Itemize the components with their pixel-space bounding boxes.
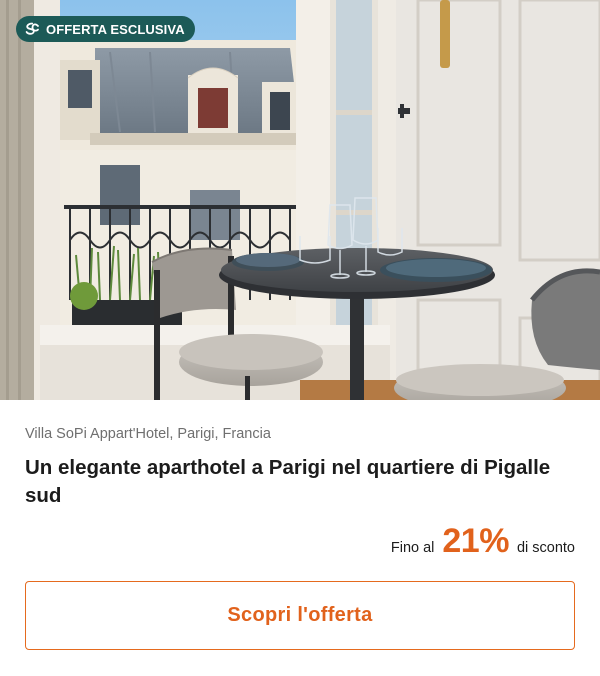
hotel-location: Villa SoPi Appart'Hotel, Parigi, Francia xyxy=(25,426,271,442)
offer-card[interactable]: OFFERTA ESCLUSIVA Villa SoPi Appart'Hote… xyxy=(0,0,600,676)
hotel-room-photo xyxy=(0,0,600,400)
hero-photo[interactable]: OFFERTA ESCLUSIVA xyxy=(0,0,600,400)
discount-percentage: 21% xyxy=(442,522,509,560)
offer-title[interactable]: Un elegante aparthotel a Parigi nel quar… xyxy=(25,454,565,510)
discount-info: Fino al 21% di sconto xyxy=(391,522,575,561)
brand-logo-icon xyxy=(24,21,40,37)
discount-suffix: di sconto xyxy=(516,540,575,556)
exclusive-offer-badge: OFFERTA ESCLUSIVA xyxy=(16,16,195,42)
discover-offer-button[interactable]: Scopri l'offerta xyxy=(25,581,575,650)
discount-prefix: Fino al xyxy=(390,540,435,556)
badge-label: OFFERTA ESCLUSIVA xyxy=(46,21,185,37)
